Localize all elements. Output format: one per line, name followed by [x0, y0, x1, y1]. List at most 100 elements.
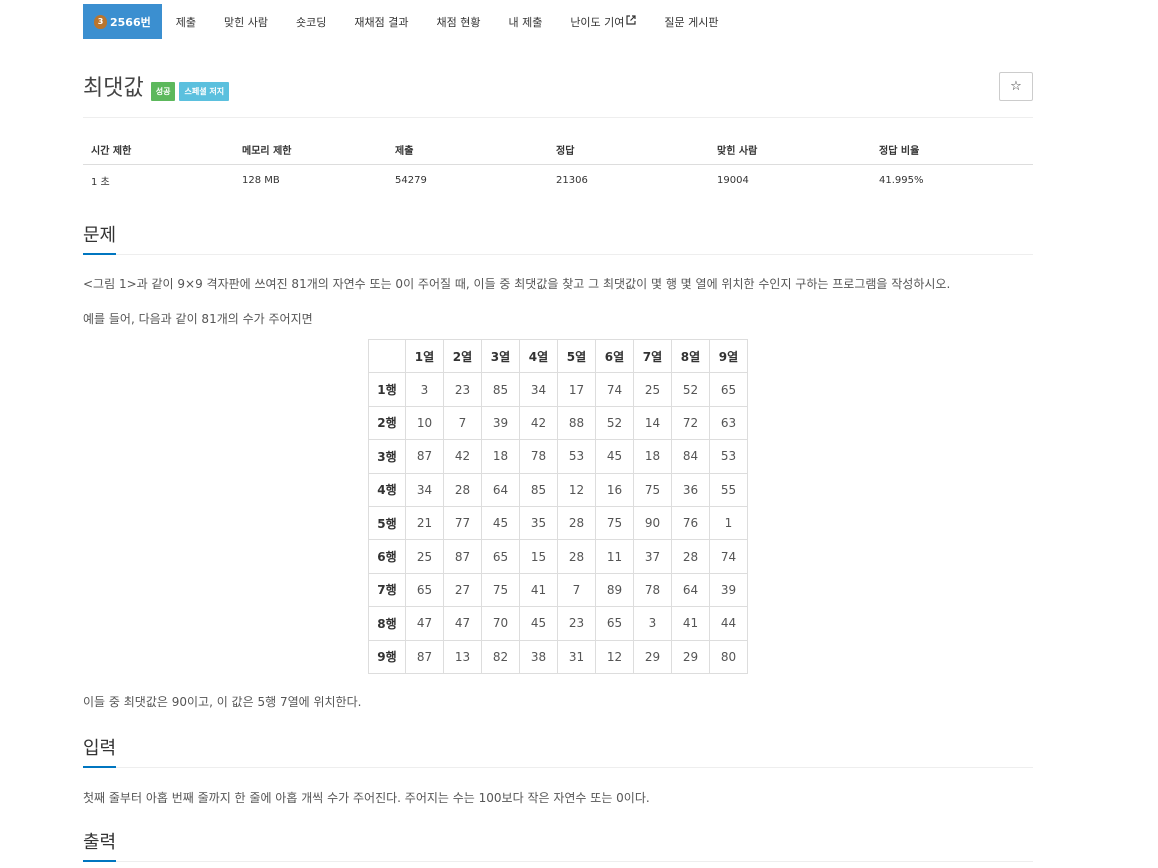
grid-col-header: 1열	[405, 338, 444, 374]
info-header: 정답 비율	[871, 136, 1033, 165]
accepted-value: 21306	[556, 174, 588, 186]
solved-label: 성공	[150, 81, 176, 101]
grid-cell: 65	[405, 572, 444, 608]
grid-col-header: 3열	[481, 338, 520, 374]
grid-corner-cell	[368, 338, 406, 374]
grid-col-header: 6열	[595, 338, 634, 374]
info-header: 메모리 제한	[234, 136, 387, 165]
grid-cell: 29	[633, 639, 672, 674]
grid-cell: 29	[671, 639, 710, 674]
solved-users-value: 19004	[717, 174, 749, 186]
problem-example-intro: 예를 들어, 다음과 같이 81개의 수가 주어지면	[83, 312, 313, 326]
favorite-star-button[interactable]: ☆	[999, 72, 1033, 101]
grid-row-header: 3행	[368, 439, 406, 474]
grid-cell: 38	[519, 639, 558, 674]
grid-cell: 87	[443, 539, 482, 574]
problem-heading: 문제	[83, 221, 117, 255]
grid-cell: 65	[709, 372, 748, 407]
example-grid-table: 1열 2열 3열 4열 5열 6열 7열 8열 9열 1행 3 23 85 34 17 74…	[368, 338, 748, 674]
grid-cell: 3	[633, 606, 672, 641]
grid-cell: 82	[481, 639, 520, 674]
problem-page: 3 2566번 제출 맞힌 사람 숏코딩 재채점 결과 채점 현황 내 제출 난…	[0, 0, 1158, 868]
grid-cell: 18	[633, 439, 672, 474]
grid-cell: 28	[671, 539, 710, 574]
grid-row: 5행 21 77 45 35 28 75 90 76 1	[368, 505, 748, 541]
grid-cell: 28	[557, 539, 596, 574]
grid-cell: 11	[595, 539, 634, 574]
info-header-row: 시간 제한 메모리 제한 제출 정답 맞힌 사람 정답 비율	[83, 136, 1033, 165]
grid-cell: 53	[709, 439, 748, 474]
grid-cell: 15	[519, 539, 558, 574]
grid-cell: 89	[595, 572, 634, 608]
grid-cell: 14	[633, 405, 672, 441]
grid-cell: 47	[405, 606, 444, 641]
grid-cell: 72	[671, 405, 710, 441]
nav-judge-status[interactable]: 채점 현황	[422, 4, 494, 39]
problem-title-row: 최댓값 성공 스페셜 저지	[83, 70, 230, 102]
submissions-value: 54279	[395, 174, 427, 186]
nav-short-coding[interactable]: 숏코딩	[282, 4, 340, 39]
grid-cell: 88	[557, 405, 596, 441]
grid-cell: 65	[595, 606, 634, 641]
grid-cell: 45	[519, 606, 558, 641]
info-header: 시간 제한	[83, 136, 234, 165]
grid-cell: 85	[481, 372, 520, 407]
grid-col-header: 2열	[443, 338, 482, 374]
grid-col-header: 5열	[557, 338, 596, 374]
nav-rejudge-results[interactable]: 재채점 결과	[340, 4, 422, 39]
grid-row-header: 9행	[368, 639, 406, 674]
grid-cell: 90	[633, 505, 672, 541]
grid-col-header: 8열	[671, 338, 710, 374]
problem-title: 최댓값	[83, 76, 144, 101]
problem-number: 2566번	[110, 15, 151, 29]
info-value-row: 1 초 128 MB 54279 21306 19004 41.995%	[83, 164, 1033, 196]
grid-cell: 28	[557, 505, 596, 541]
grid-cell: 21	[405, 505, 444, 541]
grid-cell: 78	[519, 439, 558, 474]
nav-question-board[interactable]: 질문 게시판	[650, 4, 732, 39]
nav-submit[interactable]: 제출	[162, 4, 210, 39]
grid-body: 1행 3 23 85 34 17 74 25 52 65 2행 10 7 39 42 88 52 14 72 63 3행…	[368, 372, 748, 674]
grid-cell: 25	[633, 372, 672, 407]
input-heading: 입력	[83, 734, 117, 768]
grid-cell: 45	[595, 439, 634, 474]
grid-col-header: 4열	[519, 338, 558, 374]
nav-problem-number[interactable]: 3 2566번	[83, 4, 162, 39]
nav-difficulty-contribution[interactable]: 난이도 기여	[556, 4, 650, 39]
grid-row-header: 2행	[368, 405, 406, 441]
nav-my-submissions[interactable]: 내 제출	[494, 4, 556, 39]
nav-difficulty-label: 난이도 기여	[570, 15, 625, 29]
info-header: 맞힌 사람	[709, 136, 871, 165]
grid-cell: 27	[443, 572, 482, 608]
problem-menu: 3 2566번 제출 맞힌 사람 숏코딩 재채점 결과 채점 현황 내 제출 난…	[83, 4, 733, 39]
problem-info-table: 시간 제한 메모리 제한 제출 정답 맞힌 사람 정답 비율 1 초 128 M…	[83, 136, 1033, 196]
tier-badge-icon: 3	[94, 14, 107, 29]
grid-cell: 63	[709, 405, 748, 441]
info-header: 제출	[387, 136, 548, 165]
grid-cell: 75	[595, 505, 634, 541]
time-limit-value: 1 초	[91, 176, 110, 188]
nav-solved-users[interactable]: 맞힌 사람	[210, 4, 282, 39]
grid-cell: 39	[709, 572, 748, 608]
grid-cell: 31	[557, 639, 596, 674]
problem-section-heading: 문제	[83, 221, 1033, 255]
grid-cell: 78	[633, 572, 672, 608]
grid-cell: 65	[481, 539, 520, 574]
grid-cell: 36	[671, 472, 710, 507]
grid-cell: 87	[405, 639, 444, 674]
grid-col-header: 9열	[709, 338, 748, 374]
title-divider	[83, 117, 1033, 118]
grid-cell: 41	[671, 606, 710, 641]
grid-row: 2행 10 7 39 42 88 52 14 72 63	[368, 405, 748, 441]
grid-cell: 13	[443, 639, 482, 674]
grid-col-header: 7열	[633, 338, 672, 374]
grid-cell: 7	[443, 405, 482, 441]
grid-cell: 64	[671, 572, 710, 608]
grid-cell: 7	[557, 572, 596, 608]
grid-cell: 45	[481, 505, 520, 541]
grid-cell: 12	[557, 472, 596, 507]
grid-row-header: 1행	[368, 372, 406, 407]
grid-cell: 77	[443, 505, 482, 541]
grid-cell: 37	[633, 539, 672, 574]
grid-cell: 75	[481, 572, 520, 608]
